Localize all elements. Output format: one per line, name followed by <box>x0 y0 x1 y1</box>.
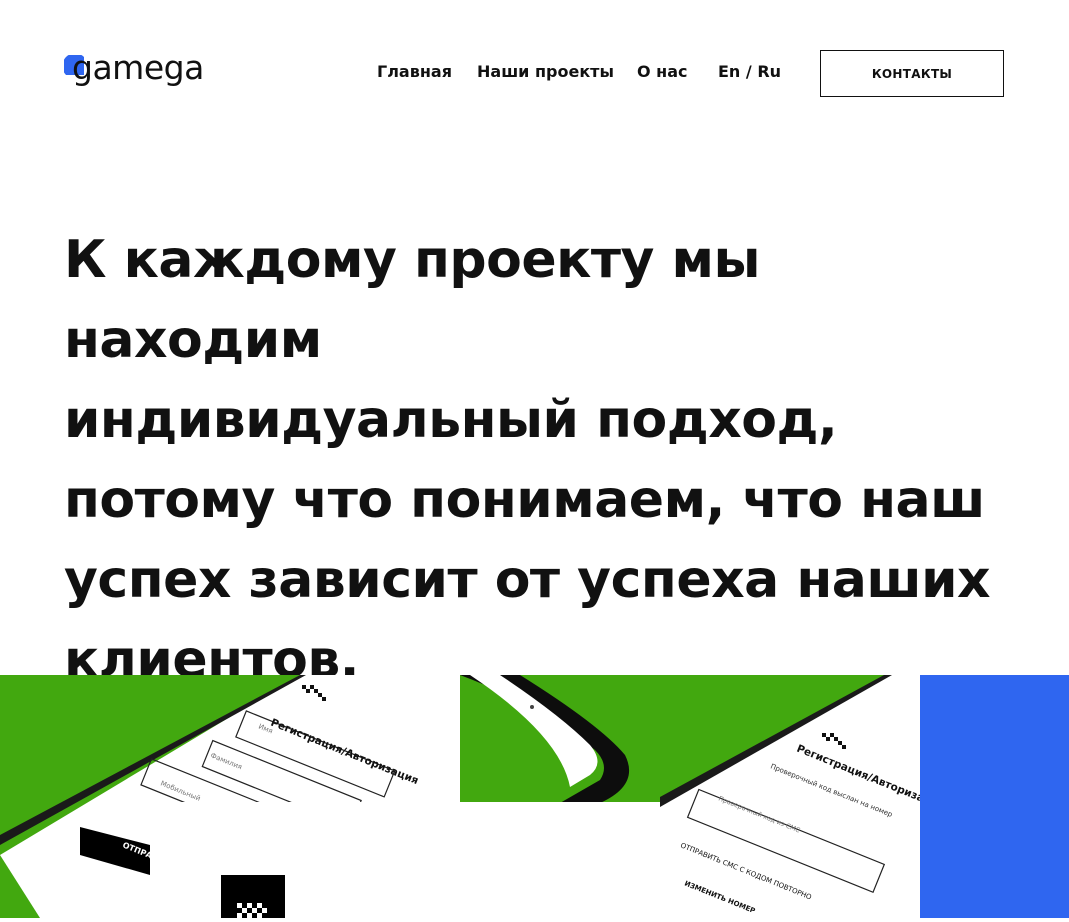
hero-heading: К каждому проекту мы находим индивидуаль… <box>64 220 1024 700</box>
logo-text: gamega <box>72 48 204 87</box>
lang-separator: / <box>745 62 752 81</box>
lang-ru-link[interactable]: Ru <box>757 62 781 81</box>
logo[interactable]: gamega <box>64 48 234 96</box>
nav-item-about[interactable]: О нас <box>637 62 688 81</box>
nav-item-projects[interactable]: Наши проекты <box>477 62 614 81</box>
nav-item-home[interactable]: Главная <box>377 62 452 81</box>
hero-line: индивидуальный подход, <box>64 390 838 450</box>
hero-line: К каждому проекту мы находим <box>64 230 761 370</box>
blue-accent-block <box>920 675 1069 918</box>
hero-line: потому что понимаем, что наш <box>64 470 985 530</box>
language-switcher: En / Ru <box>718 62 781 81</box>
lang-en-link[interactable]: En <box>718 62 740 81</box>
contacts-button[interactable]: КОНТАКТЫ <box>820 50 1004 97</box>
hero-line: успех зависит от успеха наших <box>64 550 991 610</box>
taxi-logo-icon <box>221 875 285 918</box>
